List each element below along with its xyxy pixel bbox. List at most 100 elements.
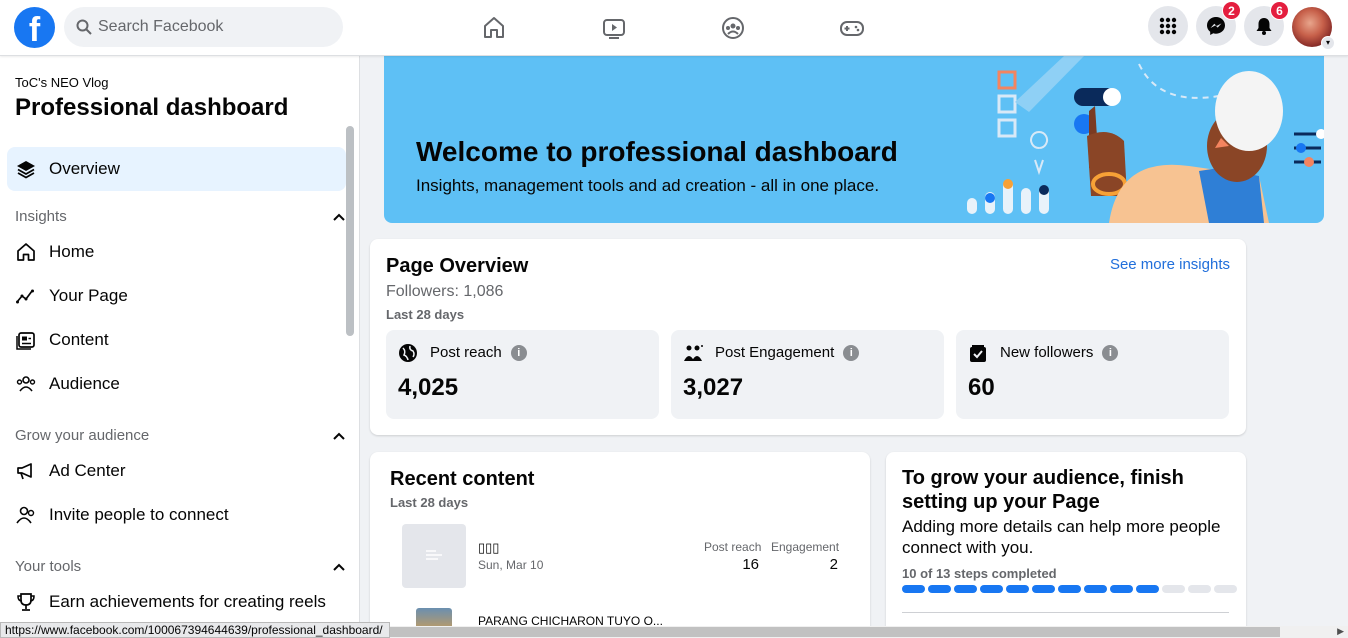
stat-label: Post reach i [430, 344, 527, 361]
info-icon[interactable]: i [843, 344, 860, 361]
engagement-people-icon [684, 345, 703, 361]
step-complete [1110, 585, 1133, 593]
groups-nav-icon[interactable] [715, 10, 751, 46]
metric-header-reach: Post reach [704, 540, 762, 554]
content-icon [16, 332, 35, 350]
stat-label: Post Engagement i [715, 344, 860, 361]
metric-value-reach: 16 [742, 556, 759, 573]
banner-title: Welcome to professional dashboard [416, 136, 898, 167]
horizontal-scrollbar[interactable]: ▶ [390, 626, 1348, 638]
section-header-insights[interactable]: Insights [15, 208, 345, 225]
chevron-up-icon [333, 213, 345, 221]
top-bar: f 2 6 ▾ [0, 0, 1348, 56]
sidebar-item-ad-center[interactable]: Ad Center [7, 449, 346, 493]
sidebar-item-label: Invite people to connect [49, 505, 229, 524]
bell-icon [1256, 18, 1272, 35]
section-label: Insights [15, 208, 67, 225]
layers-icon [17, 161, 35, 179]
divider [902, 612, 1229, 613]
invite-people-icon [16, 506, 35, 524]
grid-menu-icon [1159, 17, 1177, 35]
notifications-badge: 6 [1270, 1, 1289, 20]
step-complete [1006, 585, 1029, 593]
gaming-nav-icon[interactable] [834, 10, 870, 46]
search-icon [76, 19, 92, 35]
home-nav-icon[interactable] [476, 10, 512, 46]
follower-check-icon [970, 345, 986, 362]
status-bar-url: https://www.facebook.com/100067394644639… [0, 622, 390, 638]
step-incomplete [1162, 585, 1185, 593]
period-label: Last 28 days [386, 307, 465, 322]
notifications-button[interactable]: 6 [1244, 1, 1289, 46]
chevron-up-icon [333, 432, 345, 440]
globe-icon [399, 344, 417, 362]
stat-card-post-engagement[interactable]: Post Engagement i 3,027 [671, 330, 944, 419]
facebook-logo[interactable]: f [14, 7, 55, 48]
banner-subtitle: Insights, management tools and ad creati… [416, 176, 880, 195]
step-incomplete [1188, 585, 1211, 593]
stat-label: New followers i [1000, 344, 1119, 361]
post-date: Sun, Mar 10 [478, 558, 544, 572]
watch-nav-icon[interactable] [596, 10, 632, 46]
steps-progress-text: 10 of 13 steps completed [902, 566, 1057, 581]
sidebar-item-home[interactable]: Home [7, 230, 346, 274]
sidebar-item-content[interactable]: Content [7, 318, 346, 362]
main-content: Welcome to professional dashboard Insigh… [360, 56, 1348, 638]
welcome-banner: Welcome to professional dashboard Insigh… [384, 56, 1324, 223]
sidebar-item-label: Overview [49, 159, 120, 178]
messenger-icon [1207, 17, 1225, 35]
info-icon[interactable]: i [510, 344, 527, 361]
post-thumbnail[interactable] [416, 608, 452, 628]
search-box[interactable] [64, 7, 343, 47]
stat-value: 3,027 [683, 374, 744, 401]
search-input[interactable] [98, 18, 318, 36]
period-label: Last 28 days [390, 495, 469, 510]
post-thumbnail[interactable] [402, 524, 466, 588]
step-complete [1084, 585, 1107, 593]
home-icon [17, 243, 35, 261]
sidebar-item-your-page[interactable]: Your Page [7, 274, 346, 318]
megaphone-icon [17, 463, 32, 480]
scroll-right-icon[interactable]: ▶ [1337, 626, 1344, 637]
section-header-tools[interactable]: Your tools [15, 558, 345, 575]
step-complete [1136, 585, 1159, 593]
section-header-grow[interactable]: Grow your audience [15, 427, 345, 444]
sidebar-item-label: Home [49, 242, 95, 261]
step-complete [1058, 585, 1081, 593]
followers-count: Followers: 1,086 [386, 283, 504, 300]
step-complete [1032, 585, 1055, 593]
sidebar-item-label: Your Page [49, 286, 128, 305]
stat-card-post-reach[interactable]: Post reach i 4,025 [386, 330, 659, 419]
sidebar-title: Professional dashboard [15, 94, 289, 121]
sidebar-scrollbar[interactable] [346, 126, 354, 336]
people-icon [16, 376, 36, 392]
account-avatar[interactable]: ▾ [1292, 7, 1335, 50]
page-overview-card: Page Overview Followers: 1,086 Last 28 d… [370, 239, 1246, 435]
steps-progress-bar [902, 585, 1237, 593]
scrollbar-thumb[interactable] [390, 627, 1280, 637]
stat-card-new-followers[interactable]: New followers i 60 [956, 330, 1229, 419]
sidebar-item-overview[interactable]: Overview [7, 147, 346, 191]
stat-value: 60 [968, 374, 995, 401]
chevron-down-icon: ▾ [1321, 36, 1335, 50]
page-name: ToC's NEO Vlog [15, 75, 109, 90]
sidebar-item-label: Ad Center [49, 461, 126, 480]
sidebar-item-invite[interactable]: Invite people to connect [7, 493, 346, 537]
section-label: Grow your audience [15, 427, 150, 444]
metric-value-engagement: 2 [829, 556, 838, 573]
sidebar-item-achievements[interactable]: Earn achievements for creating reels [7, 580, 346, 624]
sidebar-item-label: Content [49, 330, 109, 349]
sidebar-item-audience[interactable]: Audience [7, 362, 346, 406]
messenger-button[interactable]: 2 [1196, 1, 1241, 46]
post-title[interactable]: ▯▯▯ [478, 540, 499, 556]
menu-button[interactable] [1148, 6, 1188, 46]
step-incomplete [1214, 585, 1237, 593]
recent-content-title: Recent content [390, 468, 535, 490]
step-complete [980, 585, 1003, 593]
sidebar-item-label: Earn achievements for creating reels [49, 592, 326, 611]
setup-subtitle: Adding more details can help more people… [902, 517, 1221, 557]
see-more-insights-link[interactable]: See more insights [1110, 256, 1230, 273]
sidebar: ToC's NEO Vlog Professional dashboard Ov… [0, 56, 360, 638]
info-icon[interactable]: i [1102, 344, 1119, 361]
trophy-icon [17, 593, 35, 611]
